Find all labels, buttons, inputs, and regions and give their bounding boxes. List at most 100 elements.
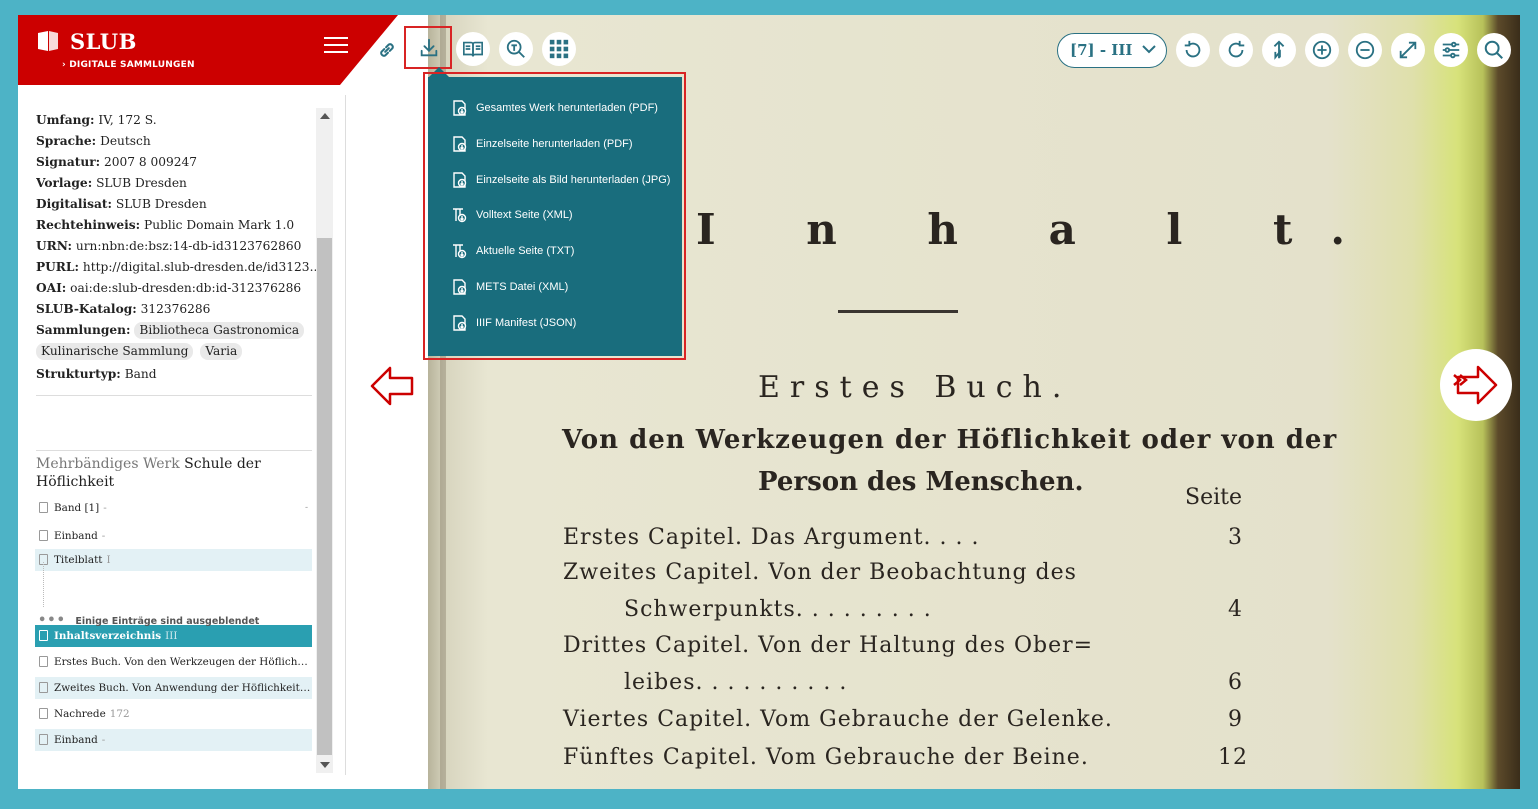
collection-tag[interactable]: Bibliotheca Gastronomica <box>134 322 305 339</box>
rotate-right-icon[interactable] <box>1219 33 1253 67</box>
toc-item-label: Erstes Buch. Von den Werkzeugen der Höfl… <box>54 656 312 668</box>
tree-guide-line <box>43 562 45 607</box>
scan-toc-page: 4 <box>1228 597 1243 622</box>
book-logo-icon <box>38 31 58 51</box>
metadata-label: Umfang: <box>36 113 95 127</box>
rotate-left-icon[interactable] <box>1176 33 1210 67</box>
brand-subtitle[interactable]: › DIGITALE SAMMLUNGEN <box>62 60 195 70</box>
collection-tag[interactable]: Kulinarische Sammlung <box>36 343 194 360</box>
toc-item-page: - <box>101 530 106 542</box>
page-select-dropdown[interactable]: [7] - III <box>1057 33 1167 68</box>
scan-toc-page: 6 <box>1228 670 1243 695</box>
hidden-entries-notice[interactable]: ••• Einige Einträge sind ausgeblendet <box>35 610 312 632</box>
metadata-row: PURL: http://digital.slub-dresden.de/id3… <box>36 257 316 278</box>
toc-tree-item[interactable]: Band [1] - - <box>35 497 312 519</box>
metadata-row: Digitalisat: SLUB Dresden <box>36 194 316 215</box>
scan-rule <box>838 310 958 313</box>
collections-row-2: Kulinarische Sammlung Varia <box>36 341 316 362</box>
grid-icon[interactable] <box>542 32 576 66</box>
download-icon[interactable] <box>418 37 440 63</box>
metadata-label: Signatur: <box>36 155 101 169</box>
document-icon <box>39 734 48 745</box>
scan-subtitle-line1: Von den Werkzeugen der Höflichkeit oder … <box>562 425 1338 455</box>
next-page-arrow-icon <box>1453 365 1498 405</box>
fullscreen-icon[interactable] <box>1391 33 1425 67</box>
more-dots-icon: ••• <box>38 613 66 628</box>
link-icon[interactable] <box>376 39 398 65</box>
sidebar-scrollbar[interactable] <box>316 108 333 773</box>
metadata-value: 2007 8 009247 <box>104 155 198 169</box>
brand-header: SLUB › DIGITALE SAMMLUNGEN <box>18 15 398 85</box>
document-icon <box>39 530 48 541</box>
toc-tree-item[interactable]: Einband - <box>35 729 312 751</box>
structure-type-label: Strukturtyp: <box>36 367 121 381</box>
metadata-label: Rechtehinweis: <box>36 218 141 232</box>
search-icon[interactable] <box>1477 33 1511 67</box>
scroll-down-icon[interactable] <box>320 762 330 768</box>
toc-item-label: Titelblatt <box>54 554 103 566</box>
scan-toc-line: Erstes Capitel. Das Argument. . . . <box>563 525 980 550</box>
toc-tree-item[interactable]: Titelblatt I <box>35 549 312 571</box>
app-frame: I n h a l t. Erstes Buch. Von den Werkze… <box>18 15 1520 789</box>
zoom-out-icon[interactable] <box>1348 33 1382 67</box>
metadata-value: oai:de:slub-dresden:db:id-312376286 <box>70 281 302 295</box>
metadata-label: Digitalisat: <box>36 197 113 211</box>
metadata-value: SLUB Dresden <box>115 197 207 211</box>
collections-label: Sammlungen: <box>36 323 131 337</box>
metadata-value[interactable]: http://digital.slub-dresden.de/id3123... <box>83 260 316 274</box>
metadata-label: Vorlage: <box>36 176 93 190</box>
download-menu-highlight-box <box>423 72 686 360</box>
metadata-row: Sprache: Deutsch <box>36 131 316 152</box>
toc-item-page: 172 <box>109 708 130 720</box>
collections-row: Sammlungen: Bibliotheca Gastronomica <box>36 320 316 341</box>
scroll-thumb[interactable] <box>317 238 332 755</box>
scan-toc-line: Viertes Capitel. Vom Gebrauche der Gelen… <box>563 707 1113 732</box>
scan-toc-line: leibes. . . . . . . . . . <box>624 670 848 695</box>
collection-tag[interactable]: Varia <box>200 343 243 360</box>
multivolume-work: Mehrbändiges Werk Schule der Höflichkeit <box>36 455 312 491</box>
panel-border <box>345 95 346 775</box>
toc-tree-item[interactable]: Nachrede 172 <box>35 703 312 725</box>
next-page-button[interactable] <box>1440 349 1512 421</box>
metadata-value: urn:nbn:de:bsz:14-db-id3123762860 <box>75 239 302 253</box>
toc-tree-item[interactable]: Einband - <box>35 525 312 547</box>
scan-book-title: Erstes Buch. <box>758 370 1072 405</box>
toc-item-label: Zweites Buch. Von Anwendung der Höflichk… <box>54 682 312 694</box>
multivolume-label: Mehrbändiges Werk <box>36 456 180 472</box>
north-icon[interactable] <box>1262 33 1296 67</box>
metadata-row: Umfang: IV, 172 S. <box>36 110 316 131</box>
document-icon <box>39 682 48 693</box>
hidden-entries-label: Einige Einträge sind ausgeblendet <box>75 616 260 627</box>
scan-toc-line: Drittes Capitel. Von der Haltung des Obe… <box>563 633 1094 658</box>
metadata-row: Signatur: 2007 8 009247 <box>36 152 316 173</box>
zoom-in-icon[interactable] <box>1305 33 1339 67</box>
metadata-value: Public Domain Mark 1.0 <box>144 218 295 232</box>
metadata-row: Vorlage: SLUB Dresden <box>36 173 316 194</box>
scroll-up-icon[interactable] <box>320 113 330 119</box>
metadata-row: URN: urn:nbn:de:bsz:14-db-id3123762860 <box>36 236 316 257</box>
metadata-value: SLUB Dresden <box>96 176 187 190</box>
toc-item-right: - <box>304 503 308 513</box>
book-icon[interactable] <box>456 32 490 66</box>
structure-type-value: Band <box>124 367 157 381</box>
menu-hamburger-icon[interactable] <box>324 37 348 57</box>
page-select-value: [7] - III <box>1070 41 1133 59</box>
scan-toc-line: Zweites Capitel. Von der Beobachtung des <box>563 560 1077 585</box>
toc-tree-item[interactable]: Erstes Buch. Von den Werkzeugen der Höfl… <box>35 651 312 673</box>
chevron-down-icon <box>1142 45 1156 54</box>
toc-tree-item[interactable]: Zweites Buch. Von Anwendung der Höflichk… <box>35 677 312 699</box>
toc-item-page: - <box>101 734 106 746</box>
scan-toc-line: Fünftes Capitel. Vom Gebrauche der Beine… <box>563 745 1089 770</box>
toc-item-label: Nachrede <box>54 708 106 720</box>
divider <box>36 450 312 451</box>
previous-page-arrow-icon[interactable] <box>368 364 416 408</box>
settings-sliders-icon[interactable] <box>1434 33 1468 67</box>
toc-item-label: Band [1] <box>54 502 100 514</box>
document-icon <box>39 708 48 719</box>
structure-type-row: Strukturtyp: Band <box>36 364 316 385</box>
metadata-label: OAI: <box>36 281 67 295</box>
brand-title[interactable]: SLUB <box>70 29 137 54</box>
search-text-icon[interactable] <box>499 32 533 66</box>
scan-seite-label: Seite <box>1185 485 1242 510</box>
toc-item-label: Einband <box>54 530 98 542</box>
